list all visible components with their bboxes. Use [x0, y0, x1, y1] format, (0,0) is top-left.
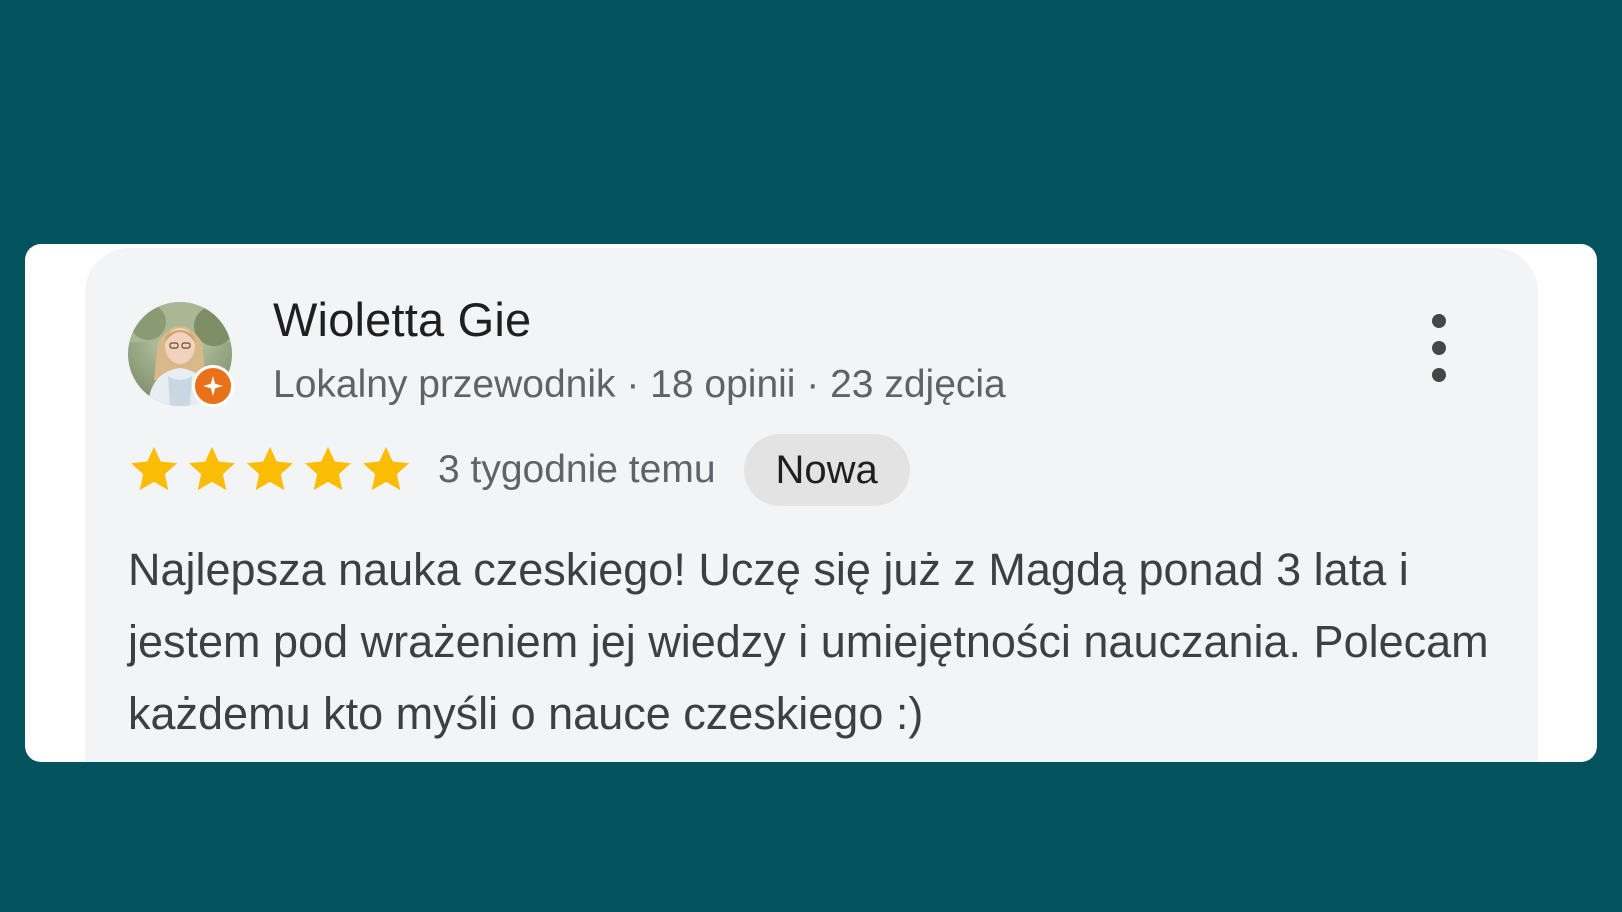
review-time: 3 tygodnie temu [438, 448, 716, 491]
star-icon [128, 445, 180, 495]
star-icon [360, 445, 412, 495]
rating-row: 3 tygodnie temu Nowa [128, 434, 910, 506]
review-panel: Wioletta Gie Lokalny przewodnik · 18 opi… [25, 244, 1597, 762]
star-icon [302, 445, 354, 495]
star-rating [128, 445, 412, 495]
new-badge: Nowa [743, 434, 910, 506]
review-text: Najlepsza nauka czeskiego! Uczę się już … [128, 544, 1489, 739]
reviewer-meta: Lokalny przewodnik · 18 opinii · 23 zdję… [273, 363, 1006, 406]
more-options-button[interactable] [1421, 314, 1457, 382]
reviewer-avatar[interactable] [128, 302, 234, 407]
star-icon [186, 445, 238, 495]
reviewer-name[interactable]: Wioletta Gie [273, 292, 531, 347]
review-card: Wioletta Gie Lokalny przewodnik · 18 opi… [85, 248, 1538, 762]
star-icon [244, 445, 296, 495]
local-guide-badge-icon [192, 365, 234, 407]
more-vert-icon [1432, 314, 1446, 328]
